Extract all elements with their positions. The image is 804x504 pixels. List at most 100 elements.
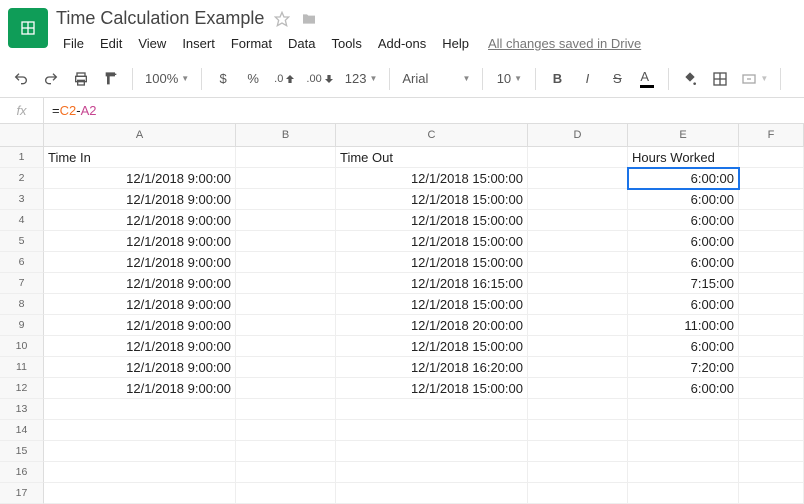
cell[interactable]: 12/1/2018 9:00:00 <box>44 294 236 315</box>
text-color-button[interactable]: A <box>634 65 660 93</box>
cell[interactable]: Time Out <box>336 147 528 168</box>
redo-icon[interactable] <box>38 65 64 93</box>
cell[interactable] <box>528 231 628 252</box>
menu-format[interactable]: Format <box>224 33 279 54</box>
cell[interactable] <box>336 420 528 441</box>
cell[interactable] <box>739 210 804 231</box>
cell[interactable] <box>528 483 628 504</box>
decrease-decimal-button[interactable]: .0 <box>270 65 298 93</box>
cell[interactable]: 6:00:00 <box>628 231 739 252</box>
cell[interactable] <box>528 147 628 168</box>
cell[interactable]: 11:00:00 <box>628 315 739 336</box>
cell[interactable] <box>739 336 804 357</box>
cell[interactable]: 12/1/2018 15:00:00 <box>336 378 528 399</box>
number-format-dropdown[interactable]: 123▼ <box>341 65 382 93</box>
format-currency-button[interactable]: $ <box>210 65 236 93</box>
cell[interactable]: 12/1/2018 15:00:00 <box>336 336 528 357</box>
row-header[interactable]: 15 <box>0 441 44 462</box>
cell[interactable]: 12/1/2018 9:00:00 <box>44 189 236 210</box>
cell[interactable] <box>528 441 628 462</box>
cell[interactable] <box>739 399 804 420</box>
cell[interactable] <box>739 294 804 315</box>
cell[interactable]: 6:00:00 <box>628 252 739 273</box>
cell[interactable] <box>739 441 804 462</box>
cell[interactable] <box>628 420 739 441</box>
cell[interactable] <box>739 231 804 252</box>
cell[interactable] <box>528 420 628 441</box>
cell[interactable]: 12/1/2018 15:00:00 <box>336 252 528 273</box>
cell[interactable] <box>739 357 804 378</box>
row-header[interactable]: 5 <box>0 231 44 252</box>
formula-input[interactable]: =C2-A2 <box>44 103 104 118</box>
select-all-corner[interactable] <box>0 124 44 147</box>
cell[interactable] <box>236 168 336 189</box>
row-header[interactable]: 13 <box>0 399 44 420</box>
cell[interactable]: 7:15:00 <box>628 273 739 294</box>
cell[interactable] <box>739 168 804 189</box>
star-icon[interactable] <box>274 11 290 27</box>
cell[interactable]: 12/1/2018 16:20:00 <box>336 357 528 378</box>
cell[interactable]: 12/1/2018 16:15:00 <box>336 273 528 294</box>
cell[interactable] <box>336 441 528 462</box>
cell[interactable] <box>628 399 739 420</box>
cell[interactable] <box>528 189 628 210</box>
format-percent-button[interactable]: % <box>240 65 266 93</box>
cell[interactable]: 12/1/2018 15:00:00 <box>336 189 528 210</box>
paint-format-icon[interactable] <box>98 65 124 93</box>
cell[interactable]: 12/1/2018 9:00:00 <box>44 315 236 336</box>
borders-icon[interactable] <box>707 65 733 93</box>
document-title[interactable]: Time Calculation Example <box>56 8 264 29</box>
cell[interactable] <box>739 189 804 210</box>
strikethrough-button[interactable]: S <box>604 65 630 93</box>
cell[interactable] <box>739 378 804 399</box>
cell[interactable]: 6:00:00 <box>628 210 739 231</box>
cell[interactable] <box>739 483 804 504</box>
italic-button[interactable]: I <box>574 65 600 93</box>
cell[interactable]: 6:00:00 <box>628 189 739 210</box>
row-header[interactable]: 12 <box>0 378 44 399</box>
cell[interactable] <box>336 399 528 420</box>
cell[interactable] <box>628 441 739 462</box>
cell[interactable] <box>528 357 628 378</box>
cell[interactable] <box>236 483 336 504</box>
cell[interactable] <box>528 315 628 336</box>
cell[interactable] <box>236 294 336 315</box>
menu-file[interactable]: File <box>56 33 91 54</box>
cell[interactable]: 12/1/2018 15:00:00 <box>336 231 528 252</box>
cell[interactable]: 6:00:00 <box>628 168 739 189</box>
menu-addons[interactable]: Add-ons <box>371 33 433 54</box>
save-status[interactable]: All changes saved in Drive <box>488 36 641 51</box>
cell[interactable] <box>236 147 336 168</box>
cell[interactable]: 12/1/2018 9:00:00 <box>44 231 236 252</box>
cell[interactable] <box>336 483 528 504</box>
cell[interactable] <box>528 168 628 189</box>
cell[interactable] <box>236 315 336 336</box>
cell[interactable] <box>528 273 628 294</box>
cell[interactable]: 12/1/2018 9:00:00 <box>44 378 236 399</box>
menu-help[interactable]: Help <box>435 33 476 54</box>
cell[interactable] <box>236 336 336 357</box>
cell[interactable] <box>739 420 804 441</box>
menu-edit[interactable]: Edit <box>93 33 129 54</box>
cell[interactable] <box>236 231 336 252</box>
row-header[interactable]: 11 <box>0 357 44 378</box>
cell[interactable] <box>236 378 336 399</box>
column-header[interactable]: D <box>528 124 628 147</box>
cell[interactable] <box>739 273 804 294</box>
row-header[interactable]: 2 <box>0 168 44 189</box>
cell[interactable]: 12/1/2018 15:00:00 <box>336 210 528 231</box>
cell[interactable] <box>739 147 804 168</box>
zoom-dropdown[interactable]: 100%▼ <box>141 65 193 93</box>
cell[interactable]: 12/1/2018 15:00:00 <box>336 168 528 189</box>
row-header[interactable]: 3 <box>0 189 44 210</box>
row-header[interactable]: 1 <box>0 147 44 168</box>
column-header[interactable]: B <box>236 124 336 147</box>
cell[interactable] <box>528 252 628 273</box>
cell[interactable] <box>528 399 628 420</box>
cell[interactable]: 6:00:00 <box>628 378 739 399</box>
cell[interactable] <box>44 441 236 462</box>
row-header[interactable]: 7 <box>0 273 44 294</box>
row-header[interactable]: 6 <box>0 252 44 273</box>
cell[interactable] <box>739 252 804 273</box>
cell[interactable] <box>528 378 628 399</box>
